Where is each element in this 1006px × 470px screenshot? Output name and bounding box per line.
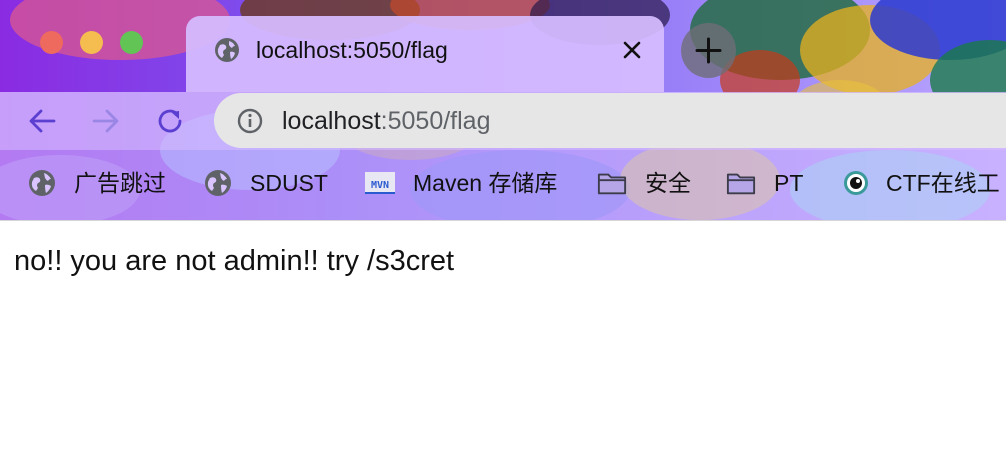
new-tab-button[interactable] bbox=[681, 23, 736, 78]
folder-icon bbox=[597, 173, 627, 195]
url-host: localhost bbox=[282, 107, 381, 135]
minimize-window-button[interactable] bbox=[80, 31, 103, 54]
plus-icon bbox=[695, 37, 722, 64]
zoom-window-button[interactable] bbox=[120, 31, 143, 54]
back-arrow-icon[interactable] bbox=[26, 105, 58, 137]
address-bar[interactable]: localhost:5050/flag bbox=[214, 93, 1006, 148]
close-window-button[interactable] bbox=[40, 31, 63, 54]
ctf-logo-icon bbox=[844, 171, 868, 195]
svg-text:MVN: MVN bbox=[371, 180, 389, 191]
close-icon[interactable] bbox=[618, 36, 646, 64]
bookmark-label: CTF在线工 bbox=[886, 170, 1000, 196]
bookmark-label: Maven 存储库 bbox=[413, 170, 558, 196]
tab-active[interactable]: localhost:5050/flag bbox=[186, 16, 664, 92]
browser-chrome: localhost:5050/flag localhost:5050/flag … bbox=[0, 0, 1006, 221]
bookmark-label: 安全 bbox=[645, 170, 691, 196]
url-text[interactable]: localhost:5050/flag bbox=[282, 105, 491, 137]
mvn-logo-icon: MVN bbox=[365, 172, 395, 194]
page-content: no!! you are not admin!! try /s3cret bbox=[0, 221, 1006, 470]
tab-title: localhost:5050/flag bbox=[256, 37, 448, 63]
globe-icon bbox=[205, 170, 231, 196]
toolbar: localhost:5050/flag bbox=[0, 92, 1006, 150]
bookmark-label: 广告跳过 bbox=[74, 170, 166, 196]
info-icon[interactable] bbox=[236, 107, 264, 135]
bookmarks-bar: 广告跳过 SDUST MVN Maven 存储库 安全 PT CTF在线工 bbox=[0, 150, 1006, 220]
globe-icon bbox=[215, 38, 239, 62]
browser-window: localhost:5050/flag localhost:5050/flag … bbox=[0, 0, 1006, 470]
page-message: no!! you are not admin!! try /s3cret bbox=[14, 245, 455, 277]
bookmark-label: SDUST bbox=[250, 170, 328, 196]
bookmark-label: PT bbox=[774, 170, 804, 196]
globe-icon bbox=[29, 170, 55, 196]
forward-arrow-icon[interactable] bbox=[90, 105, 122, 137]
url-path: :5050/flag bbox=[380, 107, 491, 135]
reload-icon[interactable] bbox=[154, 105, 186, 137]
folder-icon bbox=[726, 173, 756, 195]
